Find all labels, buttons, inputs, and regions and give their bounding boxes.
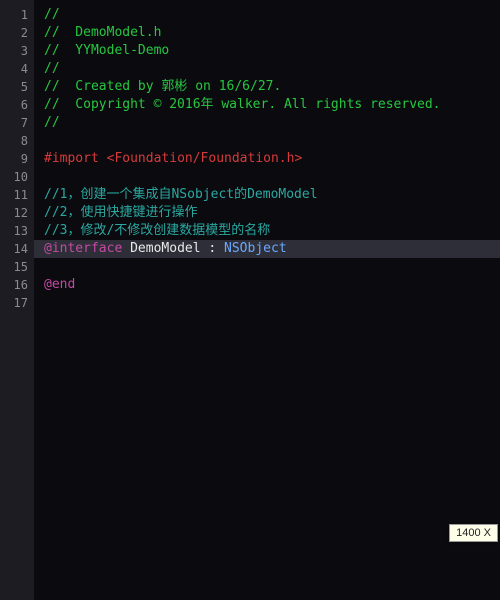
- code-token: <Foundation/Foundation.h>: [107, 151, 303, 166]
- code-line[interactable]: [44, 294, 500, 312]
- code-token: // YYModel-Demo: [44, 43, 169, 58]
- code-line[interactable]: // Copyright © 2016年 walker. All rights …: [44, 96, 500, 114]
- code-token: // DemoModel.h: [44, 25, 161, 40]
- code-editor[interactable]: 1234567891011121314151617 //// DemoModel…: [0, 0, 500, 600]
- code-token: @interface: [44, 241, 122, 256]
- code-line[interactable]: //2，使用快捷键进行操作: [44, 204, 500, 222]
- line-number-gutter: 1234567891011121314151617: [0, 0, 34, 600]
- code-token: //: [44, 115, 60, 130]
- code-line[interactable]: //3，修改/不修改创建数据模型的名称: [44, 222, 500, 240]
- line-number: 2: [4, 24, 28, 42]
- line-number: 7: [4, 114, 28, 132]
- line-number: 6: [4, 96, 28, 114]
- code-token: :: [208, 241, 224, 256]
- size-tooltip-text: 1400 X: [456, 527, 491, 539]
- line-number: 14: [4, 240, 28, 258]
- line-number: 9: [4, 150, 28, 168]
- code-token: DemoModel: [122, 241, 208, 256]
- code-line[interactable]: // Created by 郭彬 on 16/6/27.: [44, 78, 500, 96]
- code-token: NSObject: [224, 241, 287, 256]
- code-line[interactable]: //: [44, 6, 500, 24]
- line-number: 3: [4, 42, 28, 60]
- code-line[interactable]: // YYModel-Demo: [44, 42, 500, 60]
- code-token: //: [44, 61, 60, 76]
- code-area[interactable]: // // DemoModel.h // YYModel-Demo // // Crea…: [34, 0, 500, 600]
- line-number: 10: [4, 168, 28, 186]
- line-number: 5: [4, 78, 28, 96]
- code-token: // Copyright © 2016年 walker. All rights …: [44, 97, 441, 112]
- size-tooltip: 1400 X: [449, 524, 498, 542]
- line-number: 11: [4, 186, 28, 204]
- code-line[interactable]: @interface DemoModel : NSObject: [34, 240, 500, 258]
- code-line[interactable]: //: [44, 114, 500, 132]
- line-number: 16: [4, 276, 28, 294]
- code-line[interactable]: // DemoModel.h: [44, 24, 500, 42]
- line-number: 15: [4, 258, 28, 276]
- line-number: 13: [4, 222, 28, 240]
- code-token: //2，使用快捷键进行操作: [44, 205, 197, 220]
- code-line[interactable]: //: [44, 60, 500, 78]
- code-token: //: [44, 7, 60, 22]
- code-line[interactable]: @end: [44, 276, 500, 294]
- code-token: //1，创建一个集成自NSobject的DemoModel: [44, 187, 318, 202]
- code-line[interactable]: [44, 168, 500, 186]
- line-number: 1: [4, 6, 28, 24]
- line-number: 4: [4, 60, 28, 78]
- code-line[interactable]: //1，创建一个集成自NSobject的DemoModel: [44, 186, 500, 204]
- code-token: @end: [44, 277, 75, 292]
- code-line[interactable]: #import <Foundation/Foundation.h>: [44, 150, 500, 168]
- code-line[interactable]: [44, 132, 500, 150]
- line-number: 17: [4, 294, 28, 312]
- line-number: 8: [4, 132, 28, 150]
- line-number: 12: [4, 204, 28, 222]
- code-token: #import: [44, 151, 107, 166]
- code-line[interactable]: [44, 258, 500, 276]
- code-token: // Created by 郭彬 on 16/6/27.: [44, 79, 281, 94]
- code-token: //3，修改/不修改创建数据模型的名称: [44, 223, 270, 238]
